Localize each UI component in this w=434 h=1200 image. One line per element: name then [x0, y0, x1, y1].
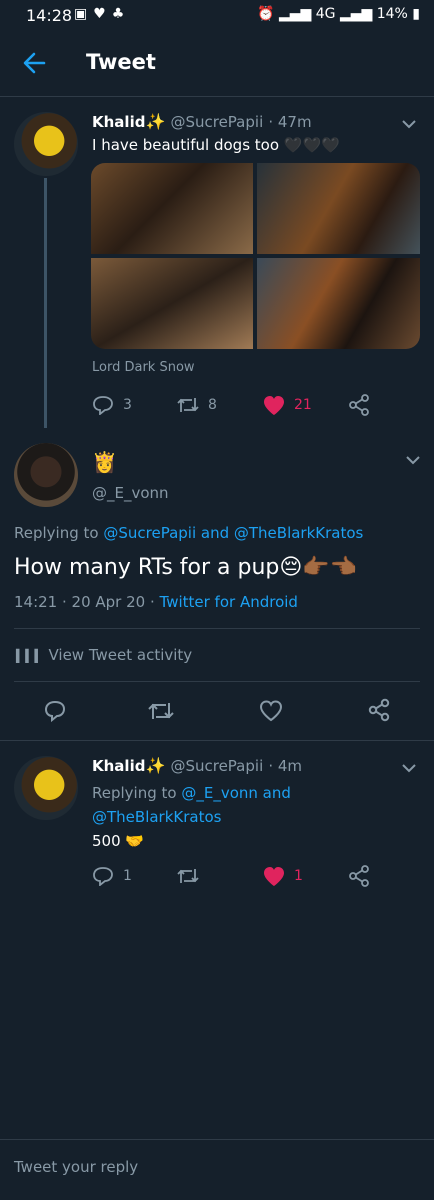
tweet1-text: I have beautiful dogs too 🖤🖤🖤: [92, 136, 340, 154]
reply-input[interactable]: Tweet your reply: [14, 1158, 138, 1176]
divider: [14, 681, 420, 682]
sparkles-emoji: ✨: [145, 112, 166, 131]
divider: [14, 628, 420, 629]
hearts-emoji: 🖤🖤🖤: [283, 136, 340, 154]
reply-count: 3: [123, 397, 132, 413]
dog-photo-1[interactable]: [91, 163, 253, 254]
like-count: 1: [294, 868, 303, 884]
alarm-icon: ⏰: [257, 6, 275, 22]
tweet1-actions: 3 8 21: [92, 393, 422, 417]
chevron-down-icon[interactable]: [401, 762, 417, 774]
retweet-count: 8: [208, 397, 217, 413]
thread-connector: [44, 178, 47, 428]
tweet2-replying: Replying to @_E_vonn and @TheBlarkKratos: [92, 781, 291, 829]
share-icon[interactable]: [348, 394, 370, 416]
replying-prefix: Replying to: [14, 524, 99, 542]
page-title: Tweet: [86, 50, 156, 74]
back-arrow-icon[interactable]: [22, 46, 48, 80]
reply-icon[interactable]: [43, 699, 67, 723]
replying-to: Replying to @SucrePapii and @TheBlarkKra…: [14, 524, 363, 542]
reply-count: 1: [123, 868, 132, 884]
dog-photo-3[interactable]: [91, 258, 253, 349]
battery-percent: 14%: [376, 6, 408, 22]
status-right: ⏰ ▂▄▆ 4G ▂▄▆ 14% ▮: [257, 6, 420, 22]
main-tweet-actions: [0, 695, 434, 731]
share-icon[interactable]: [348, 865, 370, 887]
author-name-emoji[interactable]: 👸: [92, 450, 117, 474]
replying-user-2[interactable]: @TheBlarkKratos: [92, 808, 221, 826]
reply-icon[interactable]: [92, 866, 114, 886]
tweet-time: · 47m: [268, 113, 312, 131]
replying-user-1[interactable]: @_E_vonn and: [181, 784, 291, 802]
author-handle[interactable]: @_E_vonn: [92, 484, 169, 502]
tweet1-header: Khalid✨ @SucrePapii · 47m: [92, 112, 312, 131]
avatar-evonn[interactable]: [14, 443, 78, 507]
reply-bar: Tweet your reply: [0, 1139, 434, 1200]
tweet-time: · 4m: [268, 757, 303, 775]
replying-users[interactable]: @SucrePapii and @TheBlarkKratos: [103, 524, 363, 542]
media-caption: Lord Dark Snow: [92, 360, 195, 375]
dog-photo-2[interactable]: [257, 163, 420, 254]
tweet2-text: 500 🤝: [92, 832, 145, 850]
avatar-khalid[interactable]: [14, 112, 78, 176]
tweet-text: I have beautiful dogs too: [92, 136, 280, 154]
avatar-khalid[interactable]: [14, 756, 78, 820]
retweet-icon[interactable]: [176, 396, 200, 414]
divider: [0, 740, 434, 741]
signal-icon-2: ▂▄▆: [339, 6, 373, 22]
author-handle[interactable]: @SucrePapii: [170, 113, 263, 131]
author-handle[interactable]: @SucrePapii: [170, 757, 263, 775]
tweet2-header: Khalid✨ @SucrePapii · 4m: [92, 756, 302, 775]
tweet-client[interactable]: Twitter for Android: [160, 593, 298, 611]
reply-icon[interactable]: [92, 395, 114, 415]
battery-icon: ▮: [412, 6, 420, 22]
chevron-down-icon[interactable]: [405, 454, 421, 466]
main-tweet-text: How many RTs for a pup😔👉🏾👈🏾: [14, 555, 358, 580]
like-count: 21: [294, 397, 312, 413]
chart-bars-icon: ▍▍▍: [16, 649, 44, 663]
author-name[interactable]: Khalid: [92, 113, 145, 131]
header: Tweet: [0, 30, 434, 97]
share-icon[interactable]: [367, 698, 391, 722]
network-type: 4G: [315, 6, 336, 22]
replying-prefix: Replying to: [92, 784, 177, 802]
tweet2-actions: 1 1: [92, 864, 422, 888]
chevron-down-icon[interactable]: [401, 118, 417, 130]
like-icon[interactable]: [258, 699, 284, 723]
status-time: 14:28: [26, 6, 73, 25]
tweet-activity-link[interactable]: ▍▍▍ View Tweet activity: [16, 646, 192, 664]
status-bar: 14:28 ▣♥♣ ⏰ ▂▄▆ 4G ▂▄▆ 14% ▮: [0, 0, 434, 30]
tweet-timestamp: 14:21 · 20 Apr 20 ·: [14, 593, 155, 611]
retweet-icon[interactable]: [147, 700, 175, 722]
heart-filled-icon[interactable]: [262, 866, 286, 887]
author-name[interactable]: Khalid: [92, 757, 145, 775]
activity-label: View Tweet activity: [48, 646, 193, 664]
heart-filled-icon[interactable]: [262, 395, 286, 416]
dog-photo-4[interactable]: [257, 258, 420, 349]
notification-icons: ▣♥♣: [74, 6, 131, 22]
media-grid[interactable]: [91, 163, 420, 349]
retweet-icon[interactable]: [176, 867, 200, 885]
signal-icon: ▂▄▆: [278, 6, 312, 22]
tweet-meta: 14:21 · 20 Apr 20 · Twitter for Android: [14, 593, 298, 611]
sparkles-emoji: ✨: [145, 756, 166, 775]
